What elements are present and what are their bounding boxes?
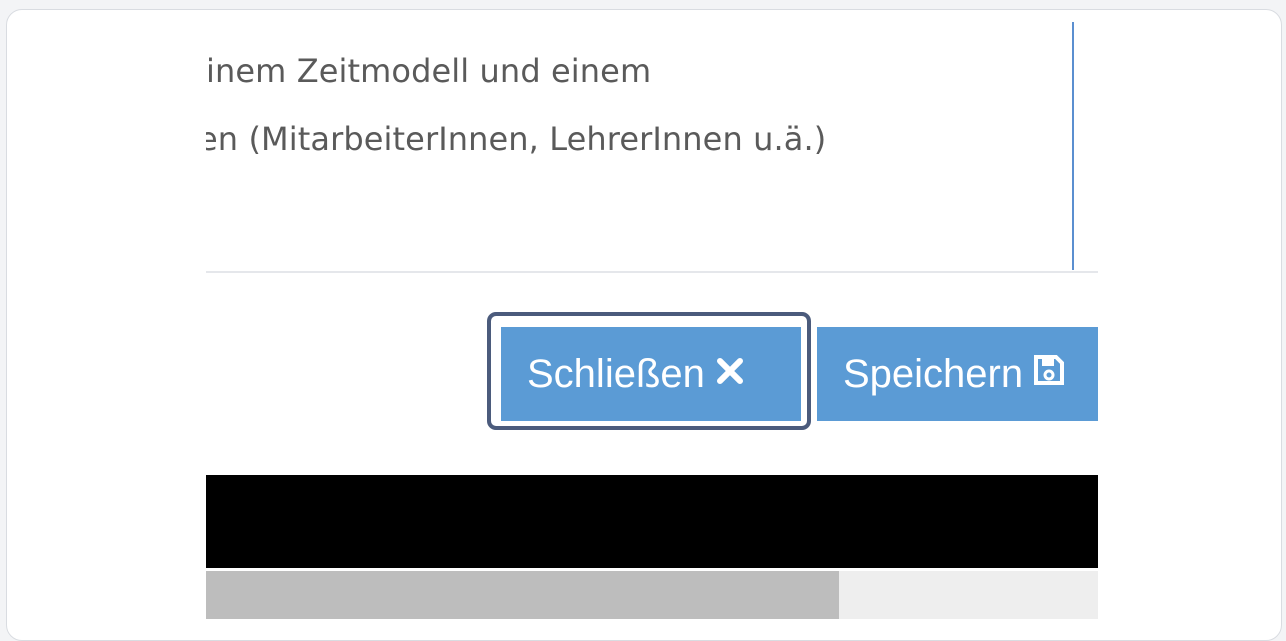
save-button-label: Speichern [843, 351, 1024, 396]
floppy-disk-icon-svg [1034, 354, 1065, 385]
dialog-card: inem Zeitmodell und einem en (Mitarbeite… [6, 9, 1282, 641]
horizontal-divider [206, 271, 1098, 273]
vertical-divider [1072, 22, 1074, 270]
close-button-label: Schließen [527, 351, 705, 396]
description-line-2: en (MitarbeiterInnen, LehrerInnen u.ä.) [206, 120, 826, 158]
close-button[interactable]: Schließen [501, 327, 801, 421]
dialog-viewport: inem Zeitmodell und einem en (Mitarbeite… [206, 10, 1098, 622]
times-icon [715, 353, 745, 396]
description-text-1: inem Zeitmodell und einem [206, 52, 652, 90]
floppy-disk-icon [1033, 353, 1065, 396]
horizontal-scrollbar[interactable] [206, 571, 1098, 619]
description-text-2: en (MitarbeiterInnen, LehrerInnen u.ä.) [206, 120, 827, 158]
save-button[interactable]: Speichern [817, 327, 1098, 421]
times-icon-svg [716, 357, 743, 384]
description-line-1: inem Zeitmodell und einem [206, 52, 651, 90]
scrollbar-thumb[interactable] [206, 571, 840, 619]
black-bar [206, 475, 1098, 568]
